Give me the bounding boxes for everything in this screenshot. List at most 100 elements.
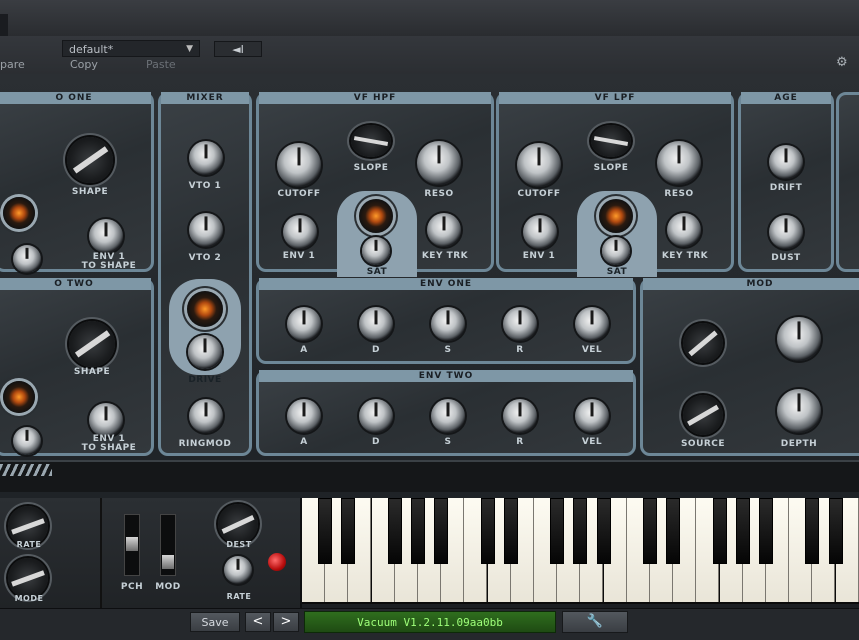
osc-two-octave-knob[interactable] [3,381,35,413]
mod-panel: MOD SOURCE DEPTH [640,278,859,456]
lpf-reso-knob[interactable] [657,141,701,185]
osc-one-shape-label: SHAPE [71,187,109,197]
black-key[interactable] [550,498,565,564]
hpf-reso-knob[interactable] [417,141,461,185]
black-key[interactable] [735,498,750,564]
hpf-env1-label: ENV 1 [282,251,316,261]
gear-icon[interactable]: ⚙ [836,56,850,70]
hpf-slope-switch[interactable] [351,125,391,157]
env-one-attack-label: A [300,345,308,355]
lpf-env1-knob[interactable] [523,215,557,249]
piano-keyboard[interactable] [302,498,859,604]
env-one-velocity-knob[interactable] [575,307,609,341]
osc-two-fine-knob[interactable] [13,427,41,455]
preset-dropdown[interactable]: default* ▼ [62,40,200,57]
osc-two-env-label: ENV 1 TO SHAPE [81,434,137,453]
black-key[interactable] [387,498,402,564]
env-one-velocity-label: VEL [581,345,603,355]
hpf-env1-knob[interactable] [283,215,317,249]
black-key[interactable] [643,498,657,564]
mod-depth-knob[interactable] [777,389,821,433]
lpf-slope-switch[interactable] [591,125,631,157]
osc-one-env-shape-knob[interactable] [89,219,123,253]
lpf-slope-label: SLOPE [593,163,629,173]
lpf-cutoff-knob[interactable] [517,143,561,187]
arp-mode-knob[interactable] [8,558,48,598]
drift-label: DRIFT [769,183,803,193]
lpf-sat-knob[interactable] [602,237,630,265]
grille-decoration [0,464,52,476]
wrench-icon[interactable]: 🔧 [562,611,628,633]
black-key[interactable] [573,498,588,564]
mixer-title: MIXER [161,92,249,104]
vf-lpf-title: VF LPF [499,92,731,104]
mod-source-switch[interactable] [683,395,723,435]
drive-led-knob[interactable] [187,291,223,327]
vf-lpf-panel: VF LPF CUTOFF SLOPE RESO ENV 1 SAT KEY T… [496,92,734,277]
env-one-sustain-knob[interactable] [431,307,465,341]
hpf-key-trk-knob[interactable] [427,213,461,247]
ringmod-knob[interactable] [189,399,223,433]
env-two-sustain-knob[interactable] [431,399,465,433]
mod-rate-knob-2[interactable] [224,556,252,584]
black-key[interactable] [828,498,843,564]
mod-rate-knob[interactable] [777,317,821,361]
black-key[interactable] [411,498,425,564]
mod-title: MOD [643,278,859,290]
dust-label: DUST [771,253,801,263]
lpf-key-trk-knob[interactable] [667,213,701,247]
black-key[interactable] [712,498,727,564]
black-key[interactable] [596,498,611,564]
env-one-attack-knob[interactable] [287,307,321,341]
vto2-level-knob[interactable] [189,213,223,247]
env-two-velocity-knob[interactable] [575,399,609,433]
black-key[interactable] [805,498,820,564]
hpf-sat-led-knob[interactable] [359,199,393,233]
previous-preset-button[interactable]: ◄I [214,41,262,57]
env-one-decay-knob[interactable] [359,307,393,341]
osc-one-title: O ONE [0,92,151,104]
pitch-wheel[interactable] [124,514,140,576]
black-key[interactable] [503,498,518,564]
save-button[interactable]: Save [190,612,240,632]
env-two-release-label: R [516,437,524,447]
black-key[interactable] [341,498,356,564]
lpf-sat-led-knob[interactable] [599,199,633,233]
black-key[interactable] [318,498,333,564]
osc-one-fine-knob[interactable] [13,245,41,273]
arp-mode-label: MODE [14,594,44,603]
hpf-sat-knob[interactable] [362,237,390,265]
black-key[interactable] [759,498,773,564]
next-preset-button[interactable]: > [273,612,299,632]
black-key[interactable] [480,498,495,564]
prev-preset-button[interactable]: < [245,612,271,632]
drive-knob[interactable] [188,335,222,369]
performance-controls: RATE MODE PCH MOD DEST RATE [0,498,302,608]
black-key[interactable] [666,498,681,564]
mod-depth-label: DEPTH [780,439,818,449]
dust-knob[interactable] [769,215,803,249]
osc-one-octave-knob[interactable] [3,197,35,229]
paste-button[interactable]: Paste [146,58,176,71]
env-two-decay-knob[interactable] [359,399,393,433]
compare-button[interactable]: pare [0,58,25,71]
mod-dest-knob[interactable] [218,504,258,544]
env-two-title: ENV TWO [259,370,633,382]
lpf-env1-label: ENV 1 [522,251,556,261]
osc-two-env-shape-knob[interactable] [89,403,123,437]
drift-knob[interactable] [769,145,803,179]
env-two-attack-knob[interactable] [287,399,321,433]
preset-value: default* [69,43,114,56]
env-two-release-knob[interactable] [503,399,537,433]
mod-wheel-label: MOD [155,582,181,592]
copy-button[interactable]: Copy [70,58,98,71]
env-two-velocity-label: VEL [581,437,603,447]
mod-wheel[interactable] [160,514,176,576]
hpf-cutoff-knob[interactable] [277,143,321,187]
vto1-level-knob[interactable] [189,141,223,175]
env-one-release-knob[interactable] [503,307,537,341]
osc-two-shape-knob[interactable] [69,321,115,367]
black-key[interactable] [434,498,449,564]
osc-one-shape-knob[interactable] [67,137,113,183]
mod-lfo-shape-switch[interactable] [683,323,723,363]
